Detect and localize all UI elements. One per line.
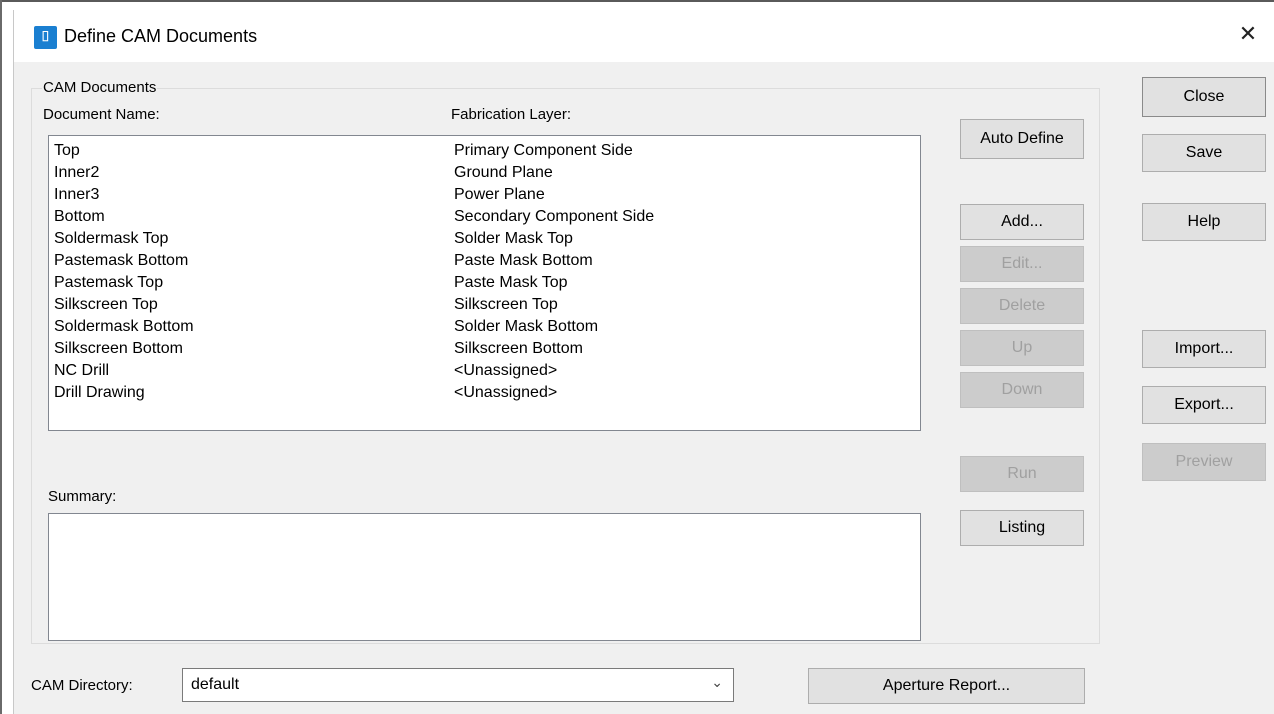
document-name: Silkscreen Bottom [54,340,183,357]
list-item[interactable]: Silkscreen Top Silkscreen Top [49,294,920,316]
list-item[interactable]: Bottom Secondary Component Side [49,206,920,228]
fabrication-layer: Primary Component Side [454,142,633,159]
up-button[interactable]: Up [960,330,1084,366]
title-bar: ⌷ Define CAM Documents ✕ [14,10,1274,62]
document-name: Pastemask Bottom [54,252,189,269]
export-button[interactable]: Export... [1142,386,1266,424]
list-item[interactable]: Drill Drawing <Unassigned> [49,382,920,404]
document-name: Inner3 [54,186,100,203]
document-name: Pastemask Top [54,274,164,291]
fabrication-layer: Solder Mask Bottom [454,318,599,335]
down-button[interactable]: Down [960,372,1084,408]
list-item[interactable]: Inner3 Power Plane [49,184,920,206]
listing-button[interactable]: Listing [960,510,1084,546]
document-name: Inner2 [54,164,100,181]
chevron-down-icon[interactable]: ⌄ [711,675,723,691]
add-button[interactable]: Add... [960,204,1084,240]
document-name: NC Drill [54,362,110,379]
cam-directory-value: default [191,676,240,693]
list-item[interactable]: Pastemask Bottom Paste Mask Bottom [49,250,920,272]
list-item[interactable]: Soldermask Top Solder Mask Top [49,228,920,250]
list-item[interactable]: Silkscreen Bottom Silkscreen Bottom [49,338,920,360]
summary-label: Summary: [48,488,117,505]
close-button[interactable]: Close [1142,77,1266,117]
list-item[interactable]: Inner2 Ground Plane [49,162,920,184]
fabrication-layer: Paste Mask Top [454,274,568,291]
screen-edge [0,0,2,714]
define-cam-documents-dialog: ⌷ Define CAM Documents ✕ CAM Documents D… [13,10,1274,714]
list-item[interactable]: Pastemask Top Paste Mask Top [49,272,920,294]
close-icon[interactable]: ✕ [1235,22,1261,48]
delete-button[interactable]: Delete [960,288,1084,324]
document-name: Soldermask Bottom [54,318,194,335]
fabrication-layer: Solder Mask Top [454,230,573,247]
fabrication-layer: <Unassigned> [454,362,558,379]
help-button[interactable]: Help [1142,203,1266,241]
document-name: Silkscreen Top [54,296,158,313]
list-item[interactable]: Soldermask Bottom Solder Mask Bottom [49,316,920,338]
fabrication-layer-label: Fabrication Layer: [451,106,572,123]
fabrication-layer: Silkscreen Bottom [454,340,583,357]
document-name: Soldermask Top [54,230,169,247]
fabrication-layer: Power Plane [454,186,545,203]
group-legend: CAM Documents [42,79,158,96]
app-icon: ⌷ [34,26,57,49]
edit-button[interactable]: Edit... [960,246,1084,282]
screen-edge [0,0,1274,2]
fabrication-layer: Silkscreen Top [454,296,558,313]
fabrication-layer: Ground Plane [454,164,553,181]
fabrication-layer: <Unassigned> [454,384,558,401]
fabrication-layer: Paste Mask Bottom [454,252,593,269]
run-button[interactable]: Run [960,456,1084,492]
auto-define-button[interactable]: Auto Define [960,119,1084,159]
document-name: Bottom [54,208,105,225]
summary-textbox[interactable] [48,513,921,641]
cam-documents-list[interactable]: Top Primary Component Side Inner2 Ground… [48,135,921,431]
document-name-label: Document Name: [43,106,160,123]
list-item[interactable]: NC Drill <Unassigned> [49,360,920,382]
save-button[interactable]: Save [1142,134,1266,172]
cam-directory-select[interactable]: default ⌄ [182,668,734,702]
fabrication-layer: Secondary Component Side [454,208,655,225]
window-title: Define CAM Documents [64,26,258,46]
cam-directory-label: CAM Directory: [31,677,133,694]
list-item[interactable]: Top Primary Component Side [49,140,920,162]
import-button[interactable]: Import... [1142,330,1266,368]
document-name: Top [54,142,80,159]
preview-button[interactable]: Preview [1142,443,1266,481]
document-name: Drill Drawing [54,384,145,401]
aperture-report-button[interactable]: Aperture Report... [808,668,1085,704]
